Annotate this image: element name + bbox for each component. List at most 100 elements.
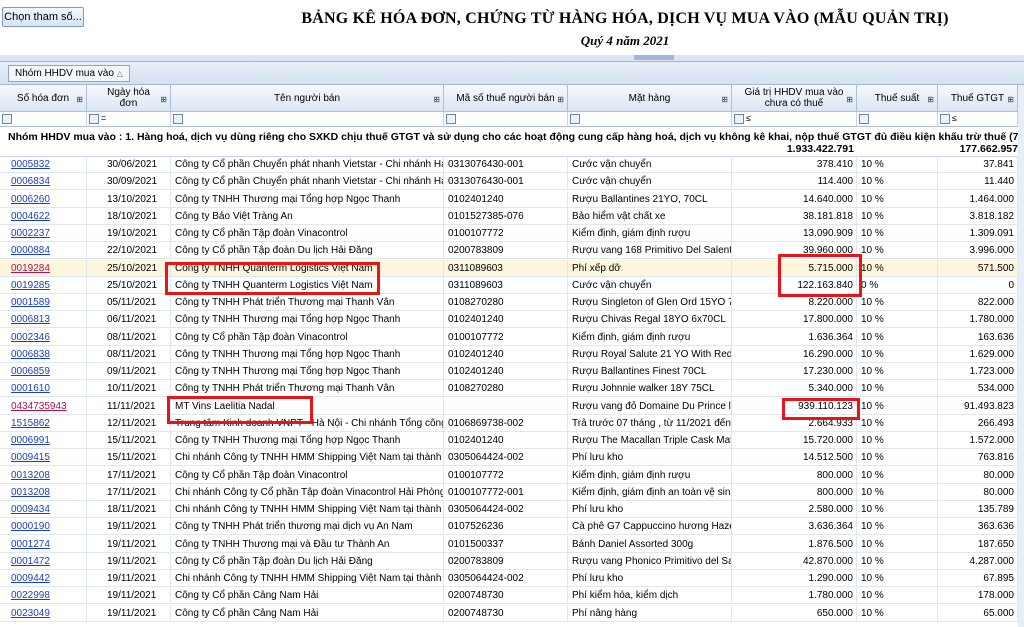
table-row[interactable]: 0009434 18/11/2021 Chi nhánh Công ty TNHH … — [0, 501, 1024, 518]
column-pin-icon[interactable]: ⊞ — [846, 94, 853, 105]
cell-so_hd[interactable]: 0000190 — [0, 518, 87, 536]
table-row[interactable]: 0006813 06/11/2021 Công ty TNHH Thương mại… — [0, 311, 1024, 329]
table-row[interactable]: 0019284 25/10/2021 Công ty TNHH Quanterm L… — [0, 259, 1024, 277]
panel-splitter[interactable] — [0, 55, 1024, 62]
table-row[interactable]: 0006991 15/11/2021 Công ty TNHH Thương mại… — [0, 432, 1024, 449]
cell-so_hd[interactable]: 0013208 — [0, 483, 87, 501]
table-row[interactable]: 0001589 05/11/2021 Công ty TNHH Phát triển… — [0, 294, 1024, 311]
table-row[interactable]: 0013208 17/11/2021 Công ty Cổ phần Tập đoà… — [0, 466, 1024, 484]
filter-icon[interactable] — [940, 114, 950, 124]
table-row[interactable]: 0022998 19/11/2021 Công ty Cổ phần Cảng Na… — [0, 587, 1024, 605]
table-row[interactable]: 0006838 08/11/2021 Công ty TNHH Thương mại… — [0, 345, 1024, 363]
cell-so_hd[interactable]: 0006859 — [0, 363, 87, 380]
filter-operator: ≤ — [952, 113, 957, 123]
filter-icon[interactable] — [859, 114, 869, 124]
filter-icon[interactable] — [2, 114, 12, 124]
table-row[interactable]: 0004622 18/10/2021 Công ty Bảo Việt Tràng … — [0, 207, 1024, 225]
column-header-ten[interactable]: Tên người bán ⊞ — [171, 85, 444, 112]
table-row[interactable]: 0009415 15/11/2021 Chi nhánh Công ty TNHH … — [0, 449, 1024, 467]
filter-cell-thue[interactable]: ≤ — [938, 112, 1018, 127]
column-header-label: Giá trị HHDV mua vào chưa có thuế — [744, 87, 844, 109]
cell-so_hd[interactable]: 0006838 — [0, 345, 87, 363]
cell-so_hd[interactable]: 0004622 — [0, 207, 87, 225]
cell-so_hd[interactable]: 0002237 — [0, 225, 87, 242]
filter-icon[interactable] — [173, 114, 183, 124]
column-pin-icon[interactable]: ⊞ — [721, 94, 728, 105]
cell-so_hd[interactable]: 0019284 — [0, 259, 87, 277]
splitter-handle[interactable] — [634, 55, 674, 60]
cell-thue: 37.841 — [938, 156, 1018, 173]
table-row[interactable]: 0434735943 11/11/2021 MT Vins Laelitia Nad… — [0, 397, 1024, 415]
table-row[interactable]: 0023049 19/11/2021 Công ty Cổ phần Cảng Na… — [0, 604, 1024, 622]
table-row[interactable]: 0013208 17/11/2021 Chi nhánh Công ty Cổ ph… — [0, 483, 1024, 501]
cell-thue: 163.636 — [938, 328, 1018, 346]
filter-cell-ngay[interactable]: = — [87, 112, 171, 127]
cell-so_hd[interactable]: 0006991 — [0, 432, 87, 449]
cell-so_hd[interactable]: 0001274 — [0, 535, 87, 553]
cell-ngay: 13/10/2021 — [87, 190, 171, 208]
table-row[interactable]: 0019285 25/10/2021 Công ty TNHH Quanterm L… — [0, 276, 1024, 294]
cell-so_hd[interactable]: 0022998 — [0, 587, 87, 605]
cell-so_hd[interactable]: 0000884 — [0, 242, 87, 260]
table-row[interactable]: 0001610 10/11/2021 Công ty TNHH Phát triển… — [0, 380, 1024, 398]
table-row[interactable]: 0005832 30/06/2021 Công ty Cổ phần Chuyển … — [0, 156, 1024, 173]
filter-cell-ten[interactable] — [171, 112, 444, 127]
cell-so_hd[interactable]: 0434735943 — [0, 397, 87, 415]
cell-so_hd[interactable]: 0002346 — [0, 328, 87, 346]
column-pin-icon[interactable]: ⊞ — [927, 94, 934, 105]
choose-params-button[interactable]: Chọn tham số... — [2, 7, 84, 27]
group-row[interactable]: Nhóm HHDV mua vào : 1. Hàng hoá, dịch vụ… — [0, 128, 1024, 157]
column-header-gia_tri[interactable]: Giá trị HHDV mua vào chưa có thuế ⊞ — [732, 85, 857, 112]
column-pin-icon[interactable]: ⊞ — [160, 94, 167, 105]
cell-so_hd[interactable]: 0006260 — [0, 190, 87, 208]
table-row[interactable]: 1515862 12/11/2021 Trung tâm Kinh doanh VN… — [0, 414, 1024, 432]
column-header-ngay[interactable]: Ngày hóa đơn ⊞ — [87, 85, 171, 112]
table-row[interactable]: 0006834 30/09/2021 Công ty Cổ phần Chuyển … — [0, 173, 1024, 191]
column-header-thue_suat[interactable]: Thuế suất ⊞ — [857, 85, 938, 112]
table-row[interactable]: 0000190 19/11/2021 Công ty TNHH Phát triển… — [0, 518, 1024, 536]
cell-so_hd[interactable]: 0001472 — [0, 552, 87, 570]
cell-so_hd[interactable]: 0023049 — [0, 604, 87, 622]
cell-so_hd[interactable]: 0006834 — [0, 173, 87, 191]
filter-icon[interactable] — [446, 114, 456, 124]
filter-cell-mst[interactable] — [444, 112, 568, 127]
filter-icon[interactable] — [734, 114, 744, 124]
table-row[interactable]: 0001472 19/11/2021 Công ty Cổ phần Tập đoà… — [0, 552, 1024, 570]
table-row[interactable]: 0000884 22/10/2021 Công ty Cổ phần Tập đoà… — [0, 242, 1024, 260]
table-row[interactable]: 0006260 13/10/2021 Công ty TNHH Thương mại… — [0, 190, 1024, 208]
column-header-mst[interactable]: Mã số thuế người bán ⊞ — [444, 85, 568, 112]
column-header-thue[interactable]: Thuế GTGT ⊞ — [938, 85, 1018, 112]
group-by-chip[interactable]: Nhóm HHDV mua vào △ — [8, 65, 130, 82]
column-pin-icon[interactable]: ⊞ — [76, 94, 83, 105]
cell-mat_hang: Rượu Ballantines 21YO, 70CL — [568, 190, 732, 208]
filter-icon[interactable] — [89, 114, 99, 124]
column-header-so_hd[interactable]: Số hóa đơn ⊞ — [0, 85, 87, 112]
table-row[interactable]: 0009442 19/11/2021 Chi nhánh Công ty TNHH … — [0, 570, 1024, 587]
filter-cell-gia_tri[interactable]: ≤ — [732, 112, 857, 127]
cell-so_hd[interactable]: 0009434 — [0, 501, 87, 518]
cell-so_hd[interactable]: 0001610 — [0, 380, 87, 398]
filter-cell-so_hd[interactable] — [0, 112, 87, 127]
table-row[interactable]: 0002346 08/11/2021 Công ty Cổ phần Tập đoà… — [0, 328, 1024, 346]
vertical-scrollbar[interactable] — [1018, 85, 1024, 627]
cell-so_hd[interactable]: 0013208 — [0, 466, 87, 484]
table-row[interactable]: 0002237 19/10/2021 Công ty Cổ phần Tập đoà… — [0, 225, 1024, 242]
table-row[interactable]: 0006859 09/11/2021 Công ty TNHH Thương mại… — [0, 363, 1024, 380]
column-header-mat_hang[interactable]: Mặt hàng ⊞ — [568, 85, 732, 112]
cell-so_hd[interactable]: 0001589 — [0, 294, 87, 311]
filter-cell-mat_hang[interactable] — [568, 112, 732, 127]
cell-thue_suat: 10 % — [857, 518, 938, 536]
column-pin-icon[interactable]: ⊞ — [1007, 94, 1014, 105]
cell-so_hd[interactable]: 0019285 — [0, 276, 87, 294]
filter-cell-thue_suat[interactable] — [857, 112, 938, 127]
cell-so_hd[interactable]: 0006813 — [0, 311, 87, 329]
cell-so_hd[interactable]: 1515862 — [0, 414, 87, 432]
cell-so_hd[interactable]: 0005832 — [0, 156, 87, 173]
group-sum-tax: 177.662.957 — [959, 143, 1018, 155]
cell-so_hd[interactable]: 0009442 — [0, 570, 87, 587]
table-row[interactable]: 0001274 19/11/2021 Công ty TNHH Thương mại… — [0, 535, 1024, 553]
cell-so_hd[interactable]: 0009415 — [0, 449, 87, 467]
filter-icon[interactable] — [570, 114, 580, 124]
column-pin-icon[interactable]: ⊞ — [433, 94, 440, 105]
column-pin-icon[interactable]: ⊞ — [557, 94, 564, 105]
